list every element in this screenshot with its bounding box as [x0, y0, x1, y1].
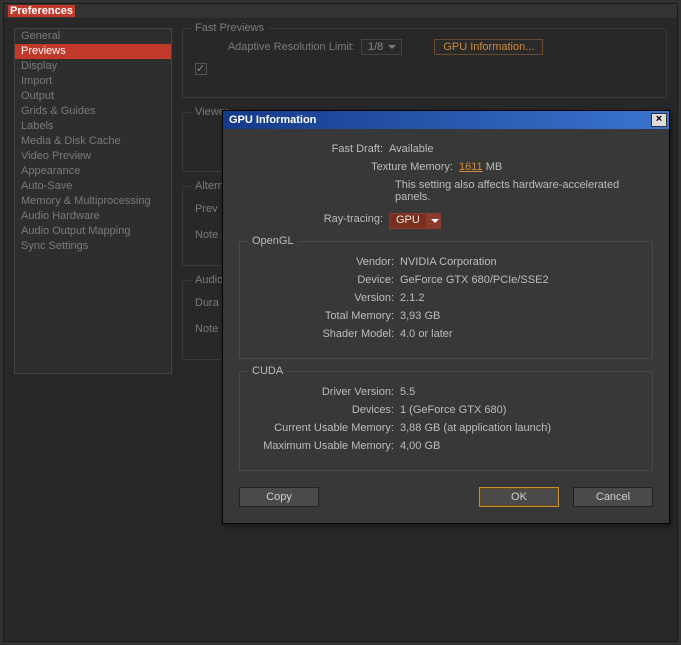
texture-memory-label: Texture Memory: [239, 161, 459, 173]
close-icon[interactable]: × [651, 113, 667, 127]
texture-memory-note: This setting also affects hardware-accel… [395, 179, 653, 203]
opengl-group: OpenGL Vendor:NVIDIA Corporation Device:… [239, 241, 653, 359]
sidebar-item-previews[interactable]: Previews [15, 44, 171, 59]
sidebar-item-labels[interactable]: Labels [15, 119, 171, 134]
checkbox-1[interactable] [195, 63, 207, 75]
sidebar-item-display[interactable]: Display [15, 59, 171, 74]
gpu-information-button[interactable]: GPU Information... [434, 39, 543, 55]
sidebar-item-output[interactable]: Output [15, 89, 171, 104]
sidebar-item-auto-save[interactable]: Auto-Save [15, 179, 171, 194]
current-usable-memory-value: 3,88 GB (at application launch) [400, 422, 642, 434]
device-value: GeForce GTX 680/PCIe/SSE2 [400, 274, 642, 286]
cancel-button[interactable]: Cancel [573, 487, 653, 507]
device-label: Device: [250, 274, 400, 286]
devices-label: Devices: [250, 404, 400, 416]
adaptive-resolution-label: Adaptive Resolution Limit: [195, 41, 355, 53]
gpu-information-dialog: GPU Information × Fast Draft: Available … [222, 110, 670, 524]
preferences-sidebar: General Previews Display Import Output G… [14, 28, 172, 374]
ok-button[interactable]: OK [479, 487, 559, 507]
shader-model-value: 4.0 or later [400, 328, 642, 340]
fast-previews-group: Fast Previews Adaptive Resolution Limit:… [182, 28, 667, 98]
adaptive-resolution-dropdown[interactable]: 1/8 [361, 39, 402, 55]
driver-version-label: Driver Version: [250, 386, 400, 398]
devices-value: 1 (GeForce GTX 680) [400, 404, 642, 416]
vendor-label: Vendor: [250, 256, 400, 268]
copy-button[interactable]: Copy [239, 487, 319, 507]
current-usable-memory-label: Current Usable Memory: [250, 422, 400, 434]
version-label: Version: [250, 292, 400, 304]
sidebar-item-sync-settings[interactable]: Sync Settings [15, 239, 171, 254]
sidebar-item-media-disk-cache[interactable]: Media & Disk Cache [15, 134, 171, 149]
vendor-value: NVIDIA Corporation [400, 256, 642, 268]
cuda-title: CUDA [248, 365, 287, 377]
sidebar-item-general[interactable]: General [15, 29, 171, 44]
fast-previews-title: Fast Previews [191, 22, 268, 34]
gpu-titlebar[interactable]: GPU Information × [223, 111, 669, 129]
sidebar-item-video-preview[interactable]: Video Preview [15, 149, 171, 164]
ray-tracing-label: Ray-tracing: [239, 213, 389, 229]
sidebar-item-appearance[interactable]: Appearance [15, 164, 171, 179]
gpu-dialog-title: GPU Information [229, 114, 316, 126]
sidebar-item-grids-guides[interactable]: Grids & Guides [15, 104, 171, 119]
maximum-usable-memory-value: 4,00 GB [400, 440, 642, 452]
preferences-title: Preferences [8, 5, 75, 17]
total-memory-value: 3,93 GB [400, 310, 642, 322]
ray-tracing-value: GPU [389, 213, 427, 229]
opengl-title: OpenGL [248, 235, 298, 247]
chevron-down-icon [427, 213, 441, 229]
fast-draft-value: Available [389, 143, 653, 155]
texture-memory-unit: MB [486, 161, 503, 173]
preferences-titlebar: Preferences [4, 4, 677, 18]
driver-version-value: 5.5 [400, 386, 642, 398]
shader-model-label: Shader Model: [250, 328, 400, 340]
sidebar-item-audio-output-mapping[interactable]: Audio Output Mapping [15, 224, 171, 239]
sidebar-item-import[interactable]: Import [15, 74, 171, 89]
texture-memory-value[interactable]: 1611 [459, 161, 483, 173]
version-value: 2.1.2 [400, 292, 642, 304]
fast-draft-label: Fast Draft: [239, 143, 389, 155]
cuda-group: CUDA Driver Version:5.5 Devices:1 (GeFor… [239, 371, 653, 471]
total-memory-label: Total Memory: [250, 310, 400, 322]
maximum-usable-memory-label: Maximum Usable Memory: [250, 440, 400, 452]
sidebar-item-audio-hardware[interactable]: Audio Hardware [15, 209, 171, 224]
ray-tracing-dropdown[interactable]: GPU [389, 213, 441, 229]
sidebar-item-memory-multiprocessing[interactable]: Memory & Multiprocessing [15, 194, 171, 209]
